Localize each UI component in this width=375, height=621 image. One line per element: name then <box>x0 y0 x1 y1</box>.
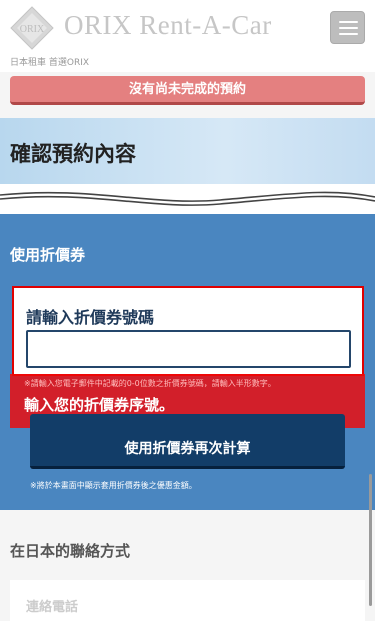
logo-mark-text: ORIX <box>20 24 45 35</box>
page-scrollbar[interactable] <box>369 474 372 606</box>
coupon-error-note: ※請輸入您電子郵件中記載的0-0位數之折價券號碼，請輸入半形數字。 <box>24 379 276 388</box>
coupon-footnote: ※將於本畫面中顯示套用折價券後之優惠金額。 <box>30 481 197 490</box>
coupon-section: 使用折價券 請輸入折價券號碼 ※請輸入您電子郵件中記載的0-0位數之折價券號碼，… <box>0 214 375 510</box>
no-pending-reservation-button[interactable]: 沒有尚未完成的預約 <box>10 76 365 105</box>
coupon-input-box: 請輸入折價券號碼 <box>12 286 364 376</box>
coupon-code-input[interactable] <box>26 330 351 368</box>
hamburger-icon <box>339 21 358 23</box>
title-band: 確認預約內容 <box>0 118 375 184</box>
wave-divider <box>0 184 375 214</box>
contact-heading: 在日本的聯絡方式 <box>10 542 131 560</box>
coupon-input-label: 請輸入折價券號碼 <box>26 308 155 327</box>
logo-wordmark[interactable]: ORIX Rent-A-Car <box>64 10 272 41</box>
hamburger-icon <box>339 33 358 35</box>
tagline: 日本租車 首選ORIX <box>10 58 90 68</box>
coupon-error-message: 輸入您的折價券序號。 <box>24 396 175 414</box>
site-header: ORIX ORIX Rent-A-Car 日本租車 首選ORIX <box>0 0 375 72</box>
phone-label: 連絡電話 <box>26 600 79 615</box>
page-title: 確認預約內容 <box>10 142 136 166</box>
orix-logo-icon[interactable]: ORIX <box>10 6 54 50</box>
menu-button[interactable] <box>330 11 365 44</box>
coupon-heading: 使用折價券 <box>10 246 86 264</box>
recalculate-with-coupon-button[interactable]: 使用折價券再次計算 <box>30 414 345 469</box>
contact-card: 連絡電話 <box>10 580 365 621</box>
hamburger-icon <box>339 27 358 29</box>
